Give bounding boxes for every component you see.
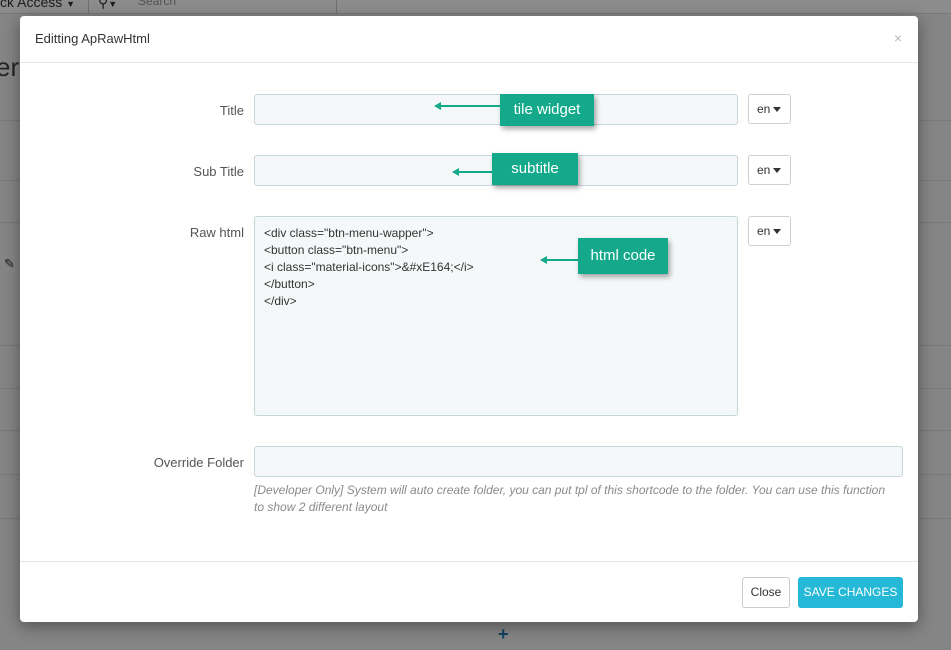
raw-html-label: Raw html bbox=[189, 225, 244, 240]
save-changes-button[interactable]: SAVE CHANGES bbox=[798, 577, 903, 608]
lang-label: en bbox=[757, 224, 771, 238]
close-icon[interactable]: × bbox=[894, 30, 902, 46]
title-lang-select[interactable]: en bbox=[748, 94, 791, 124]
arrow-head-icon bbox=[540, 256, 547, 264]
lang-label: en bbox=[757, 163, 771, 177]
close-button[interactable]: Close bbox=[742, 577, 790, 608]
override-folder-help: [Developer Only] System will auto create… bbox=[254, 483, 886, 514]
code-line: </div> bbox=[264, 294, 297, 308]
edit-modal: Editting ApRawHtml × Title en Sub Title … bbox=[20, 16, 918, 622]
modal-header: Editting ApRawHtml × bbox=[20, 16, 918, 63]
annotation-title-callout: tile widget bbox=[500, 94, 594, 126]
override-folder-label: Override Folder bbox=[153, 455, 244, 470]
annotation-subtitle-callout: subtitle bbox=[492, 153, 578, 185]
title-label: Title bbox=[219, 103, 244, 118]
annotation-raw-callout: html code bbox=[578, 238, 668, 274]
title-input[interactable] bbox=[254, 94, 738, 125]
modal-title: Editting ApRawHtml bbox=[35, 31, 150, 46]
modal-footer: Close SAVE CHANGES bbox=[20, 561, 918, 622]
raw-html-lang-select[interactable]: en bbox=[748, 216, 791, 246]
subtitle-label: Sub Title bbox=[193, 164, 244, 179]
override-folder-input[interactable] bbox=[254, 446, 903, 477]
caret-down-icon bbox=[773, 107, 782, 113]
lang-label: en bbox=[757, 102, 771, 116]
arrow-head-icon bbox=[452, 168, 459, 176]
caret-down-icon bbox=[773, 229, 782, 235]
arrow-head-icon bbox=[434, 102, 441, 110]
caret-down-icon bbox=[773, 168, 782, 174]
subtitle-lang-select[interactable]: en bbox=[748, 155, 791, 185]
code-line: </button> bbox=[264, 277, 315, 291]
